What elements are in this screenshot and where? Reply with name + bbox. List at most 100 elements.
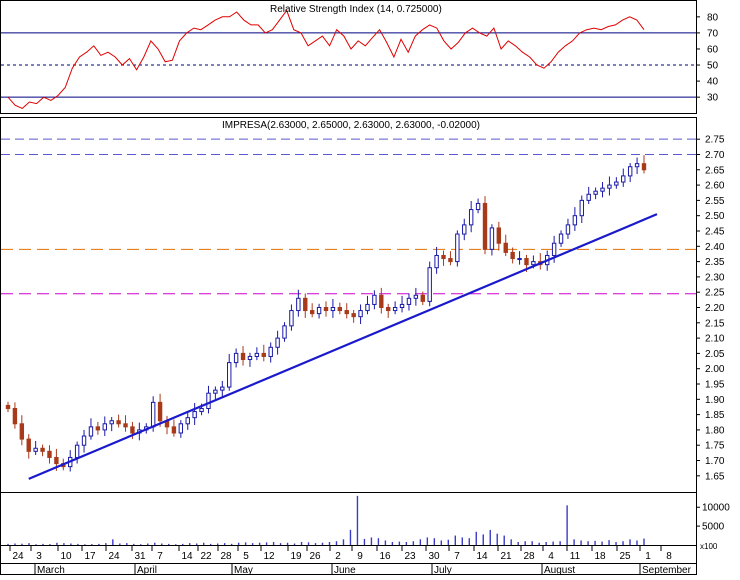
date-axis-day-label: 1 bbox=[645, 551, 651, 562]
date-axis-day-label: 12 bbox=[263, 551, 275, 562]
price-panel-frame bbox=[0, 117, 697, 493]
candle-body bbox=[344, 310, 349, 315]
price-axis-label: 1.65 bbox=[705, 471, 725, 482]
candle-body bbox=[303, 297, 308, 312]
price-header: IMPRESA(2.63000, 2.65000, 2.63000, 2.630… bbox=[222, 120, 480, 131]
price-axis-label: 2.45 bbox=[705, 226, 725, 237]
candle-body bbox=[406, 297, 412, 305]
date-axis-day-label: 18 bbox=[594, 551, 606, 562]
price-axis-label: 2.40 bbox=[705, 242, 725, 253]
date-axis-day-label: 31 bbox=[134, 551, 146, 562]
date-axis-day-label: 14 bbox=[181, 551, 193, 562]
date-axis-day-label: 7 bbox=[454, 551, 460, 562]
candle-body bbox=[199, 407, 204, 413]
date-axis-day-label: 30 bbox=[428, 551, 440, 562]
volume-panel-frame bbox=[0, 492, 697, 546]
date-axis-day-label: 25 bbox=[619, 551, 631, 562]
candle-body bbox=[621, 175, 626, 183]
candle-body bbox=[572, 215, 578, 226]
candle-body bbox=[220, 386, 225, 391]
candle-body bbox=[413, 294, 419, 299]
candle-body bbox=[247, 355, 253, 361]
date-axis-month-label: June bbox=[334, 565, 356, 575]
candle-body bbox=[157, 401, 163, 422]
rsi-panel-frame bbox=[0, 0, 697, 114]
candle-body bbox=[95, 426, 101, 431]
candle-body bbox=[517, 258, 522, 261]
date-axis-day-label: 21 bbox=[500, 551, 512, 562]
candle-body bbox=[524, 258, 529, 266]
candle-body bbox=[289, 310, 294, 327]
candle-body bbox=[47, 450, 52, 458]
date-axis-day-label: 11 bbox=[570, 551, 581, 562]
candle-body bbox=[233, 352, 239, 364]
price-axis-label: 1.75 bbox=[705, 441, 725, 452]
candle-body bbox=[109, 420, 114, 425]
price-axis-label: 1.85 bbox=[705, 410, 725, 421]
price-axis-label: 2.65 bbox=[705, 165, 725, 176]
candle-body bbox=[296, 297, 301, 312]
date-axis-day-label: 28 bbox=[220, 551, 232, 562]
date-axis-month-label: July bbox=[434, 565, 452, 575]
price-axis-label: 2.00 bbox=[705, 364, 725, 375]
price-axis-label: 2.05 bbox=[705, 349, 725, 360]
date-axis-day-label: 19 bbox=[290, 551, 302, 562]
price-axis-label: 2.20 bbox=[705, 303, 725, 314]
price-axis-label: 1.90 bbox=[705, 395, 725, 406]
price-axis-label: 2.15 bbox=[705, 318, 725, 329]
candle-body bbox=[275, 337, 280, 348]
volume-axis-label: 10000 bbox=[702, 503, 730, 514]
candle-body bbox=[102, 423, 107, 431]
candle-body bbox=[33, 447, 38, 452]
candle-body bbox=[551, 242, 557, 256]
candle-body bbox=[316, 307, 322, 315]
date-axis-month-label: August bbox=[544, 565, 575, 575]
date-axis-day-label: 23 bbox=[404, 551, 416, 562]
candle-body bbox=[268, 346, 273, 357]
candle-body bbox=[510, 251, 515, 260]
price-axis-label: 2.55 bbox=[705, 196, 725, 207]
candle-body bbox=[178, 423, 184, 434]
candle-body bbox=[386, 307, 391, 312]
date-axis-day-label: 8 bbox=[666, 551, 672, 562]
price-axis-label: 1.80 bbox=[705, 425, 725, 436]
date-axis-month-label: May bbox=[234, 565, 253, 575]
candle-body bbox=[54, 456, 59, 465]
candle-body bbox=[448, 258, 453, 263]
date-axis-day-label: 7 bbox=[157, 551, 163, 562]
candle-body bbox=[607, 184, 612, 189]
date-axis-month-label: September bbox=[642, 565, 692, 575]
candle-body bbox=[392, 307, 398, 312]
price-axis-label: 2.10 bbox=[705, 334, 725, 345]
candle-body bbox=[254, 352, 260, 357]
candle-body bbox=[462, 224, 467, 235]
date-axis-day-label: 26 bbox=[309, 551, 321, 562]
date-axis-day-label: 17 bbox=[84, 551, 96, 562]
price-axis-label: 2.35 bbox=[705, 257, 725, 268]
candle-body bbox=[116, 420, 121, 425]
candle-body bbox=[531, 261, 536, 266]
candle-body bbox=[5, 404, 11, 409]
rsi-axis-label: 60 bbox=[707, 44, 719, 55]
candle-body bbox=[358, 310, 363, 318]
candle-body bbox=[282, 325, 287, 339]
price-axis-label: 2.60 bbox=[705, 181, 725, 192]
candle-body bbox=[88, 426, 94, 437]
candle-body bbox=[455, 233, 460, 263]
candle-body bbox=[227, 362, 232, 388]
candle-body bbox=[468, 209, 474, 226]
candle-body bbox=[586, 193, 591, 201]
candle-body bbox=[12, 407, 18, 425]
candle-body bbox=[427, 267, 432, 302]
candle-body bbox=[434, 254, 439, 269]
candle-body bbox=[441, 254, 446, 260]
candle-body bbox=[593, 190, 598, 195]
price-axis-label: 1.95 bbox=[705, 380, 725, 391]
chart-canvas: 80 70 60 50 40 30 2.75 2.70 2.65 2.60 2.55 2.50 2.4… bbox=[0, 0, 740, 576]
rsi-axis-label: 30 bbox=[707, 93, 719, 104]
date-axis-day-label: 28 bbox=[523, 551, 535, 562]
candle-body bbox=[309, 310, 315, 315]
candle-body bbox=[130, 426, 135, 434]
candle-body bbox=[40, 447, 45, 452]
candle-body bbox=[19, 423, 25, 440]
